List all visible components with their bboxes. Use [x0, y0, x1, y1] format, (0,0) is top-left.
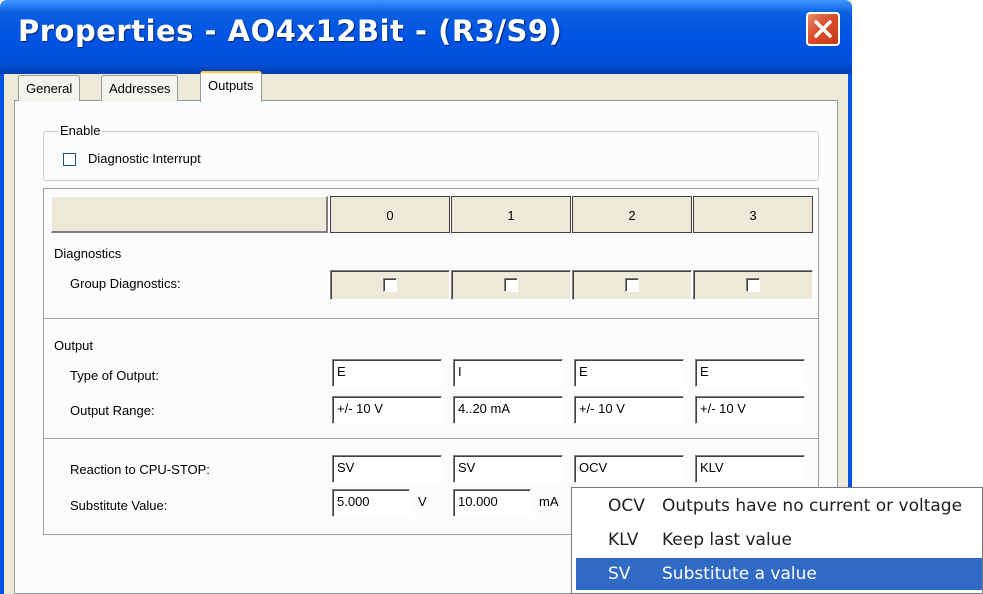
output-range-field-0[interactable]: +/- 10 V	[332, 396, 442, 424]
channel-header-0[interactable]: 0	[330, 196, 450, 233]
reaction-field-3[interactable]: KLV	[695, 455, 805, 483]
dropdown-option-ocv[interactable]: OCV Outputs have no current or voltage	[576, 490, 982, 522]
close-x-icon	[814, 20, 832, 38]
option-description: Substitute a value	[662, 564, 817, 584]
option-code: OCV	[608, 496, 645, 516]
type-of-output-field-0[interactable]: E	[332, 359, 442, 387]
section-divider	[44, 318, 818, 320]
reaction-dropdown-list: OCV Outputs have no current or voltage K…	[571, 487, 983, 594]
group-diagnostics-cell-3	[693, 270, 813, 300]
diagnostics-section-label: Diagnostics	[54, 246, 122, 261]
tab-addresses[interactable]: Addresses	[101, 75, 179, 101]
section-divider	[44, 438, 818, 440]
dropdown-option-sv[interactable]: SV Substitute a value	[576, 558, 982, 590]
group-diagnostics-checkbox-1[interactable]	[504, 278, 518, 292]
option-code: SV	[608, 564, 631, 584]
group-diagnostics-cell-2	[572, 270, 692, 300]
channel-header-3[interactable]: 3	[693, 196, 813, 233]
option-description: Outputs have no current or voltage	[662, 496, 963, 516]
type-of-output-field-1[interactable]: I	[453, 359, 563, 387]
output-range-field-2[interactable]: +/- 10 V	[574, 396, 684, 424]
option-description: Keep last value	[662, 530, 792, 550]
output-range-field-3[interactable]: +/- 10 V	[695, 396, 805, 424]
enable-group-label: Enable	[58, 123, 103, 138]
output-range-label: Output Range:	[70, 403, 155, 418]
type-of-output-field-3[interactable]: E	[695, 359, 805, 387]
group-diagnostics-cell-1	[451, 270, 571, 300]
type-of-output-field-2[interactable]: E	[574, 359, 684, 387]
substitute-unit-1: mA	[539, 494, 559, 509]
group-diagnostics-checkbox-0[interactable]	[383, 278, 397, 292]
diagnostic-interrupt-label: Diagnostic Interrupt	[88, 151, 201, 166]
option-code: KLV	[608, 530, 639, 550]
title-bar[interactable]: Properties - AO4x12Bit - (R3/S9)	[0, 0, 852, 74]
output-range-field-1[interactable]: 4..20 mA	[453, 396, 563, 424]
channel-header-1[interactable]: 1	[451, 196, 571, 233]
type-of-output-label: Type of Output:	[70, 368, 159, 383]
reaction-field-0[interactable]: SV	[332, 455, 442, 483]
reaction-field-1[interactable]: SV	[453, 455, 563, 483]
output-section-label: Output	[54, 338, 94, 353]
tab-outputs[interactable]: Outputs	[200, 71, 262, 102]
window-frame-left	[0, 74, 4, 594]
group-diagnostics-cell-0	[330, 270, 450, 300]
substitute-unit-0: V	[418, 494, 427, 509]
grid-header-corner	[51, 196, 328, 233]
diagnostic-interrupt-checkbox[interactable]	[63, 153, 76, 166]
window-title: Properties - AO4x12Bit - (R3/S9)	[18, 14, 563, 48]
group-diagnostics-checkbox-2[interactable]	[625, 278, 639, 292]
reaction-field-2[interactable]: OCV	[574, 455, 684, 483]
group-diagnostics-label: Group Diagnostics:	[70, 276, 181, 291]
tab-general[interactable]: General	[18, 75, 81, 101]
group-diagnostics-checkbox-3[interactable]	[746, 278, 760, 292]
close-button[interactable]	[806, 12, 840, 46]
substitute-value-field-0[interactable]: 5.000	[332, 489, 410, 517]
substitute-value-field-1[interactable]: 10.000	[453, 489, 531, 517]
substitute-value-label: Substitute Value:	[70, 498, 168, 513]
channel-header-2[interactable]: 2	[572, 196, 692, 233]
reaction-to-cpu-stop-label: Reaction to CPU-STOP:	[70, 462, 210, 477]
dropdown-option-klv[interactable]: KLV Keep last value	[576, 524, 982, 556]
